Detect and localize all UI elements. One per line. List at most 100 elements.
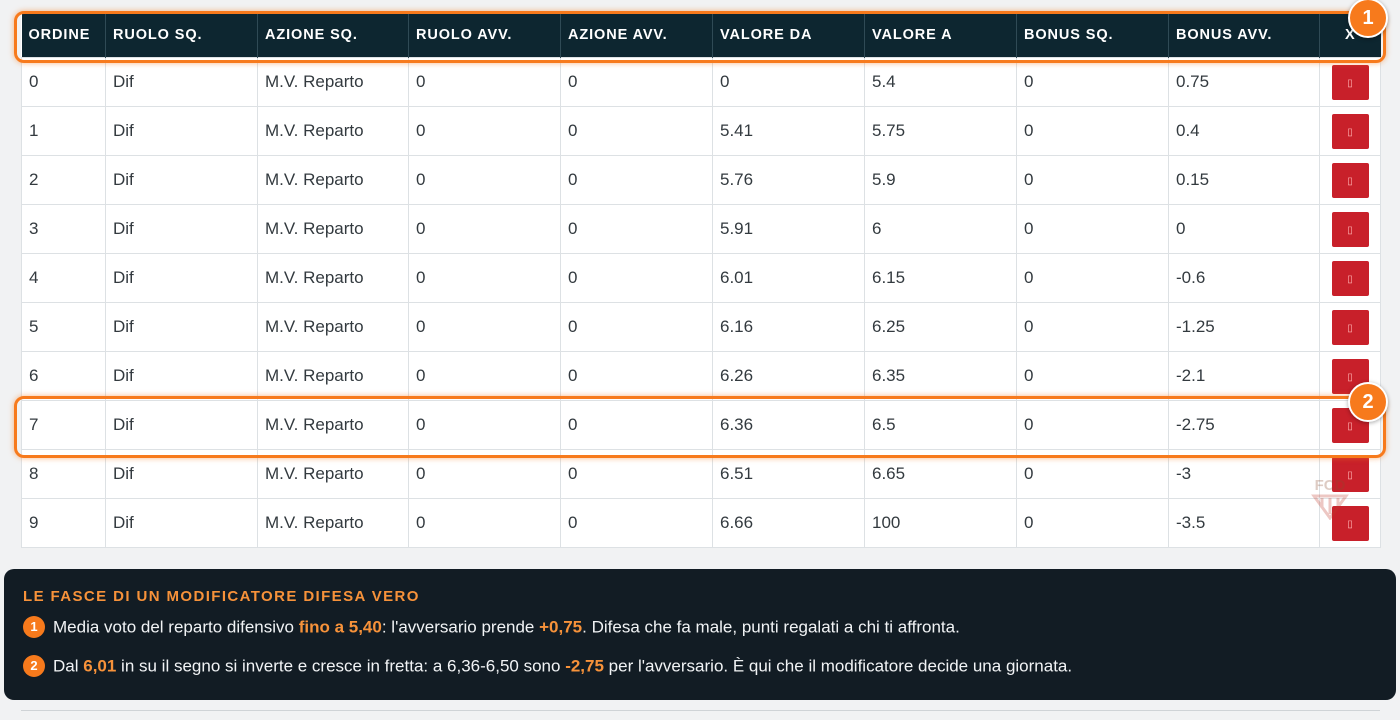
info-line-1-text-a: Media voto del reparto difensivo <box>53 617 299 637</box>
table-row: 8 Dif M.V. Reparto 0 0 6.51 6.65 0 -3 ▯ <box>21 449 1381 499</box>
info-line-1-text-b: : l'avversario prende <box>381 617 540 637</box>
cell-ordine: 6 <box>21 351 106 401</box>
cell-delete: ▯ <box>1319 302 1381 352</box>
cell-ordine: 4 <box>21 253 106 303</box>
cell-azione-avv: 0 <box>560 302 713 352</box>
col-header-ruolo-sq: RUOLO SQ. <box>105 12 258 58</box>
info-line-2-badge: 2 <box>23 655 45 677</box>
cell-azione-sq: M.V. Reparto <box>257 302 409 352</box>
cell-ruolo-avv: 0 <box>408 302 561 352</box>
delete-row-button[interactable]: ▯ <box>1331 309 1369 345</box>
cell-delete: ▯ <box>1319 204 1381 254</box>
cell-azione-avv: 0 <box>560 57 713 107</box>
bottom-divider <box>21 710 1380 711</box>
table-row: 5 Dif M.V. Reparto 0 0 6.16 6.25 0 -1.25 ▯ <box>21 302 1381 352</box>
cell-azione-avv: 0 <box>560 155 713 205</box>
cell-bonus-avv: -3 <box>1168 449 1320 499</box>
cell-valore-da: 5.41 <box>712 106 865 156</box>
info-line-2-text-c: per l'avversario. È qui che il modificat… <box>603 656 1073 676</box>
cell-valore-a: 6.65 <box>864 449 1017 499</box>
cell-azione-sq: M.V. Reparto <box>257 400 409 450</box>
cell-azione-avv: 0 <box>560 498 713 548</box>
cell-azione-sq: M.V. Reparto <box>257 155 409 205</box>
col-header-bonus-avv: BONUS AVV. <box>1168 12 1320 58</box>
table-row: 6 Dif M.V. Reparto 0 0 6.26 6.35 0 -2.1 ▯ <box>21 351 1381 401</box>
cell-delete: ▯ <box>1319 57 1381 107</box>
table-row: 0 Dif M.V. Reparto 0 0 0 5.4 0 0.75 ▯ <box>21 57 1381 107</box>
trash-icon: ▯ <box>1347 273 1353 285</box>
trash-icon: ▯ <box>1347 126 1353 138</box>
cell-ruolo-avv: 0 <box>408 57 561 107</box>
table-row: 7 Dif M.V. Reparto 0 0 6.36 6.5 0 -2.75 ▯ <box>21 400 1381 450</box>
cell-azione-avv: 0 <box>560 106 713 156</box>
cell-ordine: 3 <box>21 204 106 254</box>
cell-bonus-avv: -3.5 <box>1168 498 1320 548</box>
info-line-1-badge: 1 <box>23 616 45 638</box>
cell-bonus-sq: 0 <box>1016 155 1169 205</box>
info-line-1-highlight-a: fino a 5,40 <box>298 617 382 637</box>
watermark-logo: FCD <box>1311 477 1349 520</box>
cell-bonus-sq: 0 <box>1016 498 1169 548</box>
cell-ruolo-sq: Dif <box>105 302 258 352</box>
info-panel-title: LE FASCE DI UN MODIFICATORE DIFESA VERO <box>23 588 420 605</box>
cell-azione-avv: 0 <box>560 400 713 450</box>
cell-valore-a: 100 <box>864 498 1017 548</box>
cell-ruolo-avv: 0 <box>408 498 561 548</box>
cell-ruolo-avv: 0 <box>408 155 561 205</box>
info-line-1: 1 Media voto del reparto difensivo fino a… <box>23 616 960 639</box>
cell-ruolo-avv: 0 <box>408 253 561 303</box>
cell-ruolo-sq: Dif <box>105 155 258 205</box>
cell-bonus-sq: 0 <box>1016 302 1169 352</box>
col-header-azione-avv: AZIONE AVV. <box>560 12 713 58</box>
cell-valore-da: 5.76 <box>712 155 865 205</box>
cell-ordine: 0 <box>21 57 106 107</box>
col-header-ruolo-avv: RUOLO AVV. <box>408 12 561 58</box>
cell-bonus-sq: 0 <box>1016 351 1169 401</box>
cell-valore-a: 6.35 <box>864 351 1017 401</box>
cell-azione-sq: M.V. Reparto <box>257 106 409 156</box>
trash-icon: ▯ <box>1347 371 1353 383</box>
delete-row-button[interactable]: ▯ <box>1331 260 1369 296</box>
cell-bonus-avv: 0 <box>1168 204 1320 254</box>
cell-ordine: 9 <box>21 498 106 548</box>
trash-icon: ▯ <box>1347 518 1353 530</box>
cell-ruolo-sq: Dif <box>105 106 258 156</box>
cell-ruolo-sq: Dif <box>105 57 258 107</box>
cell-ordine: 7 <box>21 400 106 450</box>
trash-icon: ▯ <box>1347 175 1353 187</box>
cell-bonus-avv: -2.1 <box>1168 351 1320 401</box>
col-header-valore-da: VALORE DA <box>712 12 865 58</box>
info-line-2: 2 Dal 6,01 in su il segno si inverte e cr… <box>23 655 1073 678</box>
info-line-1-highlight-b: +0,75 <box>539 617 583 637</box>
info-line-1-text-c: . Difesa che fa male, punti regalati a c… <box>582 617 960 637</box>
col-header-azione-sq: AZIONE SQ. <box>257 12 409 58</box>
delete-row-button[interactable]: ▯ <box>1331 211 1369 247</box>
info-line-2-text-b: in su il segno si inverte e cresce in fr… <box>116 656 566 676</box>
delete-row-button[interactable]: ▯ <box>1331 113 1369 149</box>
cell-ruolo-sq: Dif <box>105 449 258 499</box>
cell-valore-da: 6.16 <box>712 302 865 352</box>
table-row: 3 Dif M.V. Reparto 0 0 5.91 6 0 0 ▯ <box>21 204 1381 254</box>
info-line-2-highlight-b: -2,75 <box>565 656 604 676</box>
info-panel: LE FASCE DI UN MODIFICATORE DIFESA VERO … <box>4 569 1396 700</box>
cell-delete: ▯ <box>1319 253 1381 303</box>
cell-valore-da: 6.01 <box>712 253 865 303</box>
cell-valore-a: 6.15 <box>864 253 1017 303</box>
cell-ruolo-sq: Dif <box>105 351 258 401</box>
delete-row-button[interactable]: ▯ <box>1331 162 1369 198</box>
cell-valore-da: 6.36 <box>712 400 865 450</box>
cell-valore-da: 5.91 <box>712 204 865 254</box>
col-header-bonus-sq: BONUS SQ. <box>1016 12 1169 58</box>
cell-azione-sq: M.V. Reparto <box>257 449 409 499</box>
cell-bonus-avv: 0.15 <box>1168 155 1320 205</box>
row-callout-badge: 2 <box>1348 382 1388 422</box>
cell-bonus-sq: 0 <box>1016 449 1169 499</box>
cell-bonus-sq: 0 <box>1016 400 1169 450</box>
cell-azione-avv: 0 <box>560 351 713 401</box>
table-body: 0 Dif M.V. Reparto 0 0 0 5.4 0 0.75 ▯ 1 Dif M.V. Rep… <box>21 57 1381 548</box>
cell-ruolo-avv: 0 <box>408 351 561 401</box>
cell-bonus-avv: 0.4 <box>1168 106 1320 156</box>
cell-valore-da: 0 <box>712 57 865 107</box>
table-row: 4 Dif M.V. Reparto 0 0 6.01 6.15 0 -0.6 ▯ <box>21 253 1381 303</box>
delete-row-button[interactable]: ▯ <box>1331 64 1369 100</box>
